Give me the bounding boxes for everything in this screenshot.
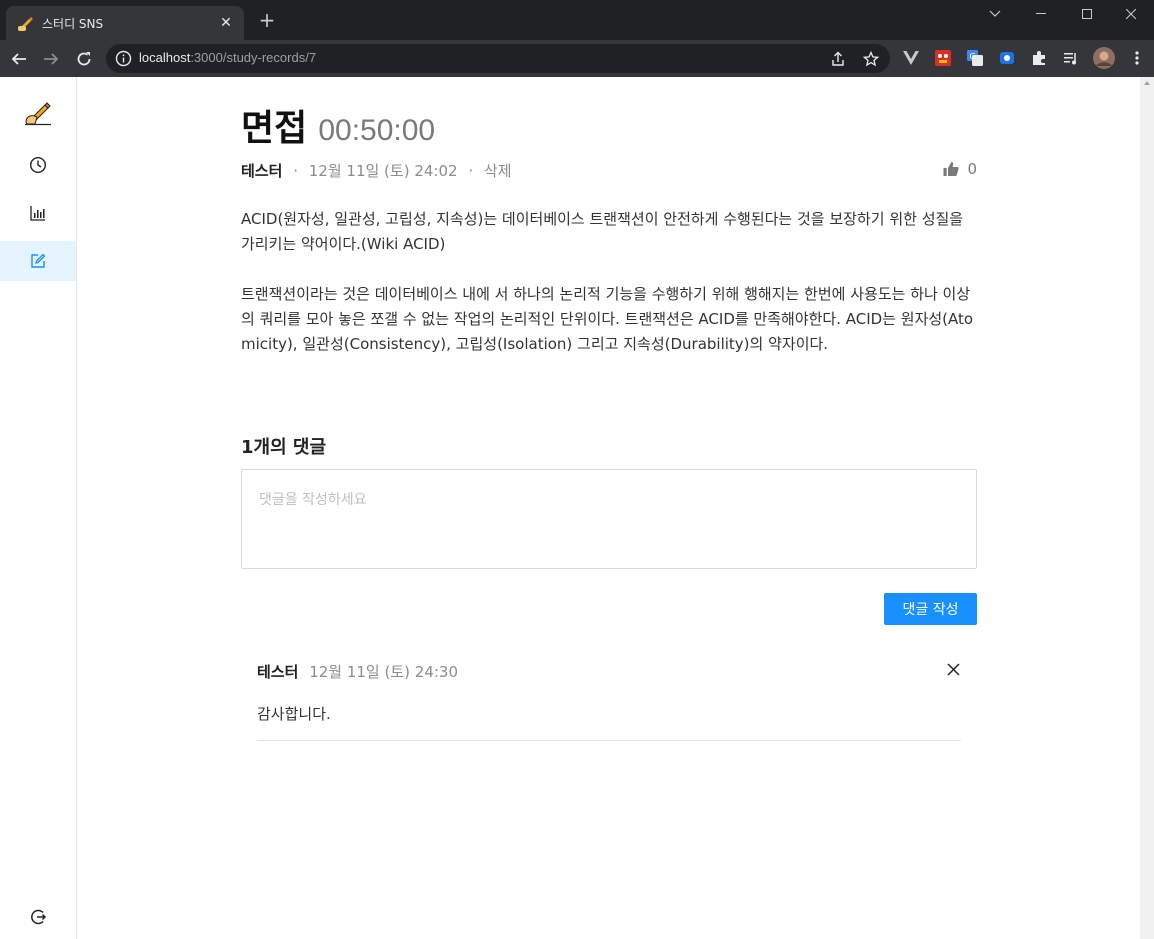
tab-title: 스터디 SNS (42, 17, 104, 31)
page-scrollbar[interactable] (1140, 77, 1154, 939)
delete-post-button[interactable]: 삭제 (484, 162, 512, 180)
bar-chart-icon (30, 206, 45, 221)
post-author[interactable]: 테스터 (241, 162, 282, 180)
submit-comment-button[interactable]: 댓글 작성 (884, 593, 977, 625)
extensions-puzzle-icon[interactable] (1030, 49, 1048, 67)
media-queue-icon[interactable] (1062, 49, 1080, 67)
like-count: 0 (967, 160, 977, 178)
bookmark-star-icon[interactable] (861, 49, 881, 69)
address-bar[interactable]: localhost:3000/study-records/7 (106, 44, 890, 73)
post-paragraph: ACID(원자성, 일관성, 고립성, 지속성)는 데이터베이스 트랜잭션이 안… (241, 210, 964, 253)
translate-icon[interactable]: G (966, 49, 984, 67)
extension-game-icon[interactable] (934, 49, 952, 67)
vue-devtools-icon[interactable] (902, 49, 920, 67)
maximize-icon[interactable] (1064, 0, 1110, 28)
browser-tab[interactable]: 스터디 SNS ✕ (6, 6, 244, 40)
page-title: 면접 (241, 107, 308, 148)
meta-separator: · (293, 162, 298, 180)
like-button[interactable]: 0 (943, 160, 977, 178)
profile-avatar[interactable] (1093, 47, 1115, 69)
browser-tab-bar: 스터디 SNS ✕ + (0, 0, 1154, 40)
meta-separator: · (468, 162, 474, 180)
comment-date: 12월 11일 (토) 24:30 (309, 663, 458, 681)
study-duration: 00:50:00 (318, 114, 436, 147)
info-icon[interactable] (115, 50, 132, 67)
comment-author[interactable]: 테스터 (257, 663, 298, 681)
browser-toolbar: localhost:3000/study-records/7 G (0, 40, 1154, 77)
post-paragraph: 트랜잭션이라는 것은 데이터베이스 내에 서 하나의 논리적 기능을 수행하기 … (241, 285, 974, 353)
sidebar-item-timer[interactable] (0, 145, 76, 185)
share-icon[interactable] (828, 49, 848, 69)
comment-text: 감사합니다. (257, 705, 331, 723)
back-arrow-icon[interactable] (7, 47, 31, 71)
comment-item: 테스터 12월 11일 (토) 24:30 감사합니다. (257, 653, 961, 741)
post-body: ACID(원자성, 일관성, 고립성, 지속성)는 데이터베이스 트랜잭션이 안… (241, 207, 977, 382)
delete-comment-close-icon[interactable] (945, 661, 961, 677)
clock-icon (29, 156, 47, 174)
sidebar-item-logout[interactable] (0, 897, 76, 937)
scroll-up-arrow-icon[interactable] (1144, 81, 1150, 85)
reload-icon[interactable] (72, 47, 96, 71)
sidebar-item-statistics[interactable] (0, 193, 76, 233)
edit-icon (31, 253, 46, 268)
url-text: localhost:3000/study-records/7 (139, 50, 317, 65)
post-meta: 테스터 · 12월 11일 (토) 24:02 · 삭제 0 (241, 160, 977, 182)
tab-search-icon[interactable] (972, 0, 1018, 28)
sidebar-item-records[interactable] (0, 241, 76, 281)
logout-icon (31, 909, 47, 925)
window-close-icon[interactable] (1108, 0, 1154, 28)
tab-close-icon[interactable]: ✕ (216, 13, 236, 33)
writing-hand-icon (18, 17, 33, 31)
minimize-icon[interactable] (1018, 0, 1064, 28)
thumbs-up-icon (943, 162, 960, 176)
chrome-menu-icon[interactable] (1128, 49, 1146, 67)
forward-arrow-icon[interactable] (39, 47, 63, 71)
new-tab-button[interactable]: + (256, 9, 278, 31)
app-sidebar (0, 77, 77, 939)
comments-heading: 1개의 댓글 (241, 437, 327, 458)
post-date: 12월 11일 (토) 24:02 (308, 162, 458, 180)
page-title-row: 면접 00:50:00 (241, 99, 435, 151)
svg-text:G: G (970, 52, 976, 61)
comment-input[interactable] (241, 469, 977, 569)
screen-capture-icon[interactable] (998, 49, 1016, 67)
logo-writing-hand-icon[interactable] (0, 92, 76, 132)
comment-header: 테스터 12월 11일 (토) 24:30 (257, 661, 458, 682)
